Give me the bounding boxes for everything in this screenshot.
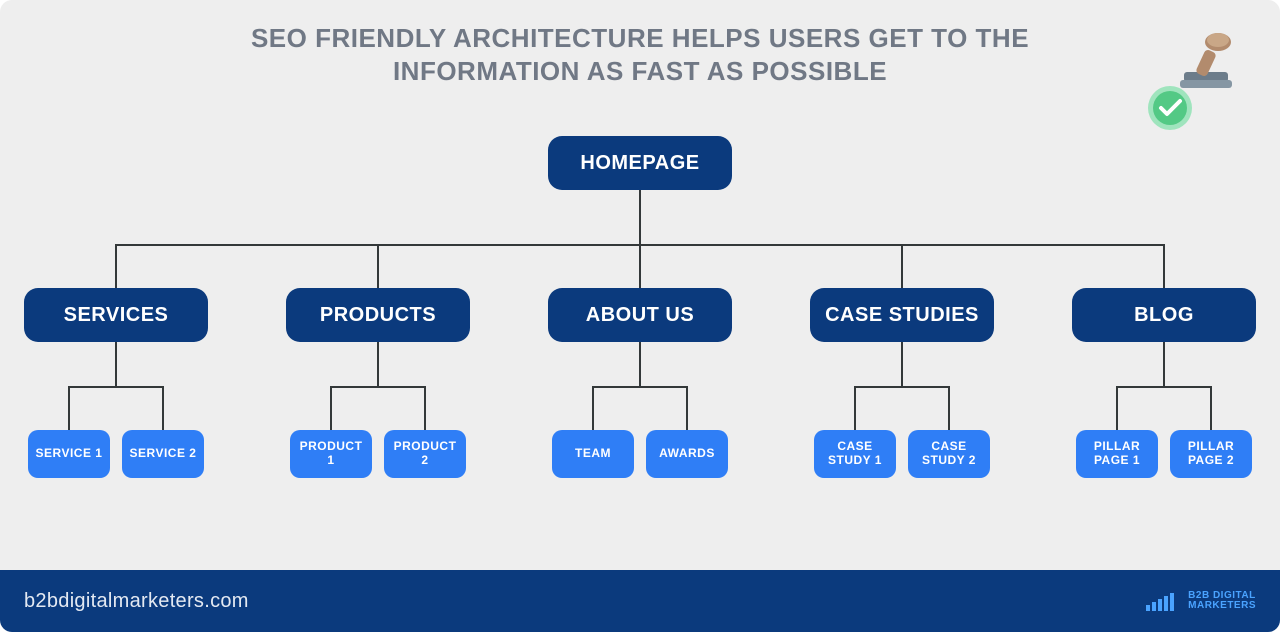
node-product-1: PRODUCT 1 <box>290 430 372 478</box>
connector <box>639 190 641 244</box>
connector <box>901 342 903 386</box>
connector <box>854 386 856 430</box>
node-homepage: HOMEPAGE <box>548 136 732 190</box>
connector <box>377 342 379 386</box>
connector <box>115 342 117 386</box>
connector <box>377 244 379 288</box>
node-service-2: SERVICE 2 <box>122 430 204 478</box>
connector <box>948 386 950 430</box>
node-team: TEAM <box>552 430 634 478</box>
connector <box>639 244 641 288</box>
connector <box>1116 386 1118 430</box>
connector <box>1116 386 1212 388</box>
connector <box>592 386 688 388</box>
node-products: PRODUCTS <box>286 288 470 342</box>
connector <box>1163 244 1165 288</box>
connector <box>686 386 688 430</box>
diagram-canvas: SEO FRIENDLY ARCHITECTURE HELPS USERS GE… <box>0 0 1280 632</box>
connector <box>424 386 426 430</box>
connector <box>68 386 70 430</box>
footer-brand: B2B DIGITAL MARKETERS <box>1146 591 1256 612</box>
footer-brand-line2: MARKETERS <box>1188 601 1256 612</box>
node-pillar-page-1: PILLAR PAGE 1 <box>1076 430 1158 478</box>
page-title: SEO FRIENDLY ARCHITECTURE HELPS USERS GE… <box>0 22 1280 87</box>
footer-brand-text: B2B DIGITAL MARKETERS <box>1188 591 1256 612</box>
connector <box>330 386 426 388</box>
node-about-us: ABOUT US <box>548 288 732 342</box>
connector <box>162 386 164 430</box>
bars-icon <box>1146 591 1180 611</box>
connector <box>330 386 332 430</box>
connector <box>592 386 594 430</box>
node-service-1: SERVICE 1 <box>28 430 110 478</box>
node-blog: BLOG <box>1072 288 1256 342</box>
approval-stamp-icon <box>1140 28 1250 138</box>
node-pillar-page-2: PILLAR PAGE 2 <box>1170 430 1252 478</box>
connector <box>639 342 641 386</box>
connector <box>901 244 903 288</box>
node-product-2: PRODUCT 2 <box>384 430 466 478</box>
node-case-study-2: CASE STUDY 2 <box>908 430 990 478</box>
node-case-studies: CASE STUDIES <box>810 288 994 342</box>
node-services: SERVICES <box>24 288 208 342</box>
connector <box>68 386 164 388</box>
connector <box>1163 342 1165 386</box>
node-awards: AWARDS <box>646 430 728 478</box>
footer-site-url: b2bdigitalmarketers.com <box>24 590 249 613</box>
connector <box>1210 386 1212 430</box>
connector <box>115 244 117 288</box>
node-case-study-1: CASE STUDY 1 <box>814 430 896 478</box>
connector <box>854 386 950 388</box>
footer: b2bdigitalmarketers.com B2B DIGITAL MARK… <box>0 570 1280 632</box>
